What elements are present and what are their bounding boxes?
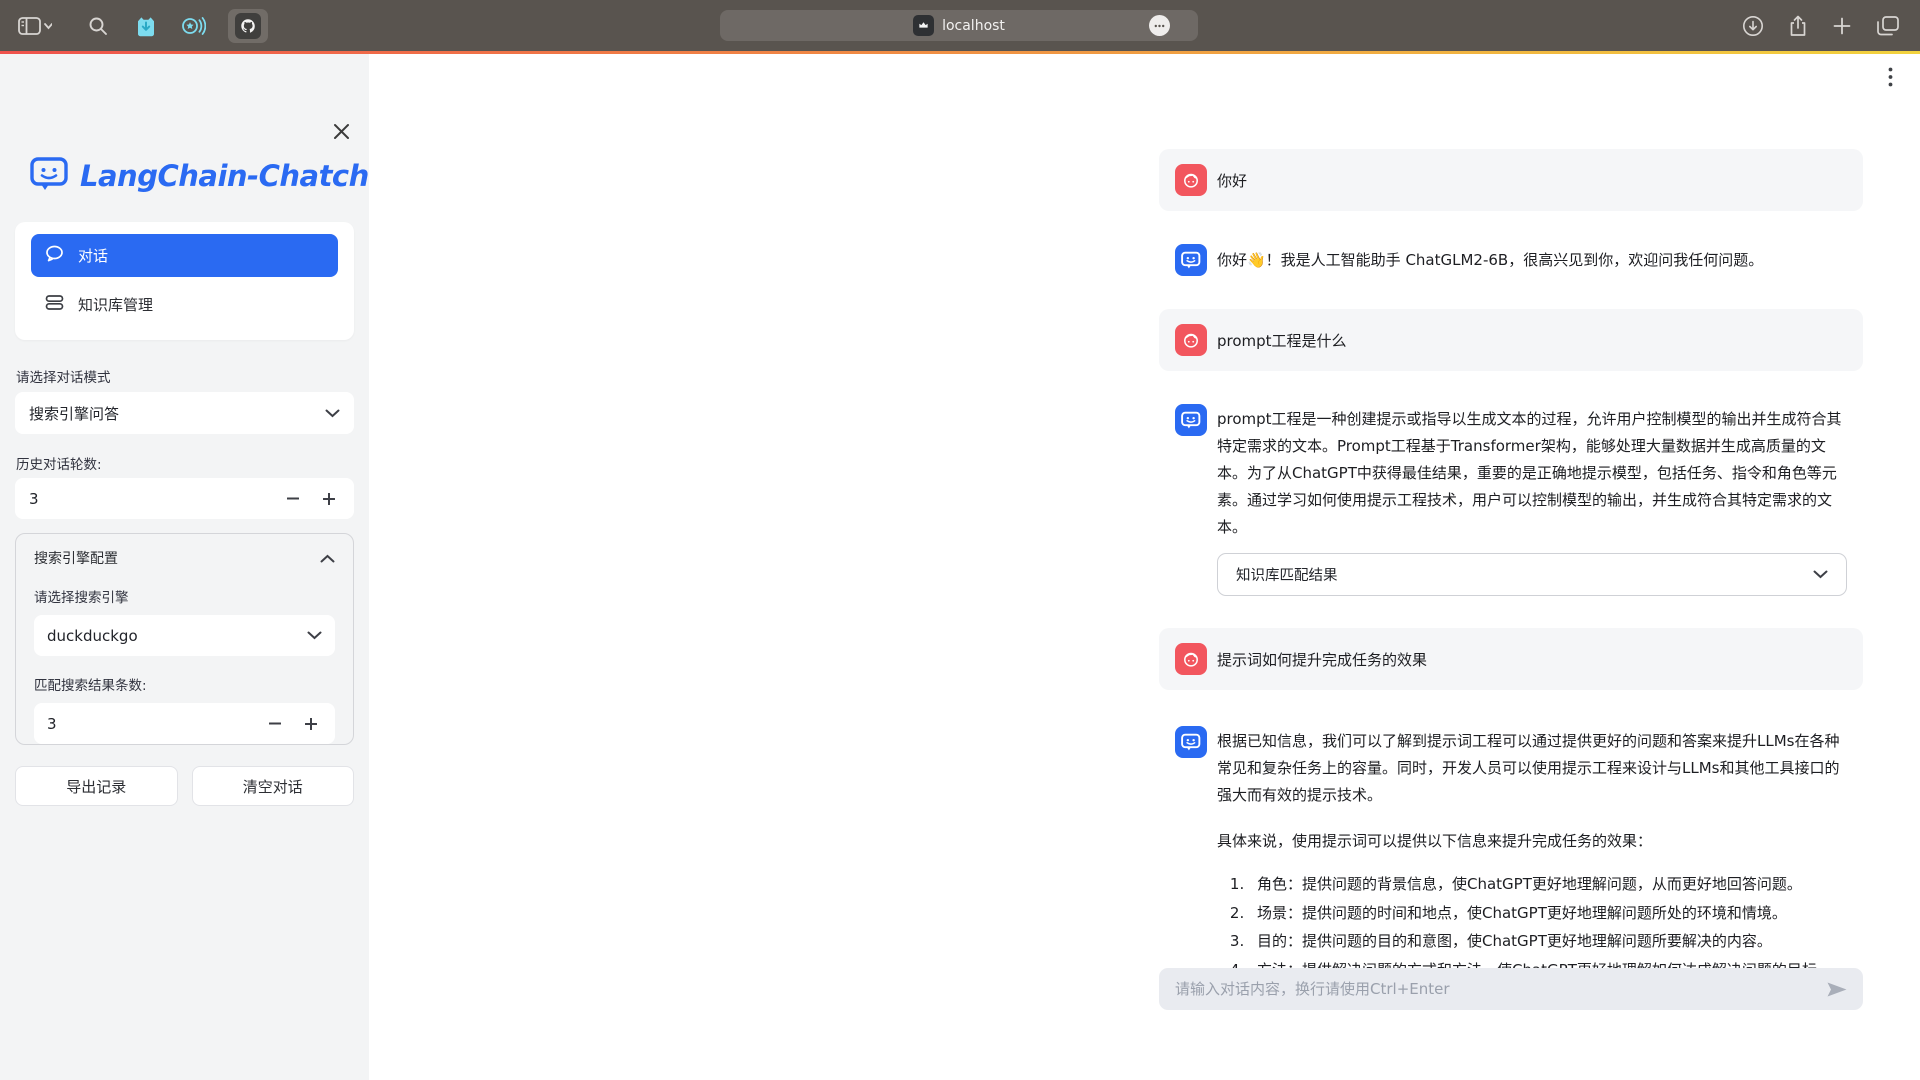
address-text: localhost <box>942 18 1005 34</box>
kb-match-results-expander[interactable]: 知识库匹配结果 <box>1217 553 1847 596</box>
chevron-up-icon <box>320 554 335 563</box>
expander-title: 搜索引擎配置 <box>34 548 118 568</box>
clear-dialogue-button[interactable]: 清空对话 <box>192 766 355 806</box>
match-results-label: 匹配搜索结果条数: <box>34 674 335 694</box>
bot-avatar-icon <box>1175 726 1207 758</box>
site-favicon-icon <box>913 15 934 36</box>
tabs-overview-icon[interactable] <box>1876 15 1900 37</box>
sidebar: LangChain-Chatchat 对话 <box>0 54 369 1080</box>
search-engine-config-expander: 搜索引擎配置 请选择搜索引擎 duckduckgo 匹配搜索结果条数: 3 <box>15 533 354 745</box>
kb-match-results-label: 知识库匹配结果 <box>1236 564 1338 585</box>
github-pinned-tab-icon[interactable] <box>228 9 268 43</box>
chat-message-user: 提示词如何提升完成任务的效果 <box>1159 628 1863 690</box>
chat-input[interactable] <box>1175 980 1817 998</box>
search-engine-label: 请选择搜索引擎 <box>34 586 335 606</box>
sidebar-item-label: 知识库管理 <box>78 294 153 315</box>
message-text: prompt工程是什么 <box>1217 330 1347 351</box>
sidebar-item-label: 对话 <box>78 245 108 266</box>
browser-toolbar: localhost <box>0 0 1920 51</box>
logo-chat-smiley-icon <box>29 154 71 198</box>
export-records-button[interactable]: 导出记录 <box>15 766 178 806</box>
rings-star-pinned-tab-icon[interactable] <box>180 14 206 38</box>
list-item: 目的：提供问题的目的和意图，使ChatGPT更好地理解问题所要解决的内容。 <box>1249 928 1847 955</box>
search-icon[interactable] <box>88 16 108 36</box>
dialog-mode-label: 请选择对话模式 <box>16 366 111 386</box>
chat-message-user: prompt工程是什么 <box>1159 309 1863 371</box>
message-text: 提示词如何提升完成任务的效果 <box>1217 649 1427 670</box>
search-engine-select[interactable]: duckduckgo <box>34 615 335 656</box>
chat-main: 你好 你好👋！我是人工智能助手 ChatGLM2-6B，很高兴见到你，欢迎问我任… <box>369 54 1920 1080</box>
chevron-down-icon <box>1813 570 1828 579</box>
minus-icon[interactable] <box>264 713 286 735</box>
bot-avatar-icon <box>1175 404 1207 436</box>
close-sidebar-icon[interactable] <box>327 117 355 145</box>
chevron-down-icon <box>307 631 322 640</box>
sidebar-item-knowledge-base[interactable]: 知识库管理 <box>31 283 338 326</box>
user-avatar-icon <box>1175 164 1207 196</box>
list-item: 场景：提供问题的时间和地点，使ChatGPT更好地理解问题所处的环境和情境。 <box>1249 900 1847 927</box>
page-options-ellipsis-icon[interactable] <box>1149 15 1170 36</box>
chat-message-user: 你好 <box>1159 149 1863 211</box>
message-paragraph: 具体来说，使用提示词可以提供以下信息来提升完成任务的效果： <box>1217 828 1847 855</box>
chat-input-bar <box>1159 968 1863 1010</box>
user-avatar-icon <box>1175 324 1207 356</box>
kebab-menu-icon[interactable] <box>1878 62 1902 92</box>
plus-icon[interactable] <box>318 488 340 510</box>
chat-bubble-icon <box>45 245 64 266</box>
plus-icon[interactable] <box>300 713 322 735</box>
share-icon[interactable] <box>1788 14 1808 38</box>
dialog-mode-value: 搜索引擎问答 <box>29 403 119 424</box>
dialog-mode-select[interactable]: 搜索引擎问答 <box>15 392 354 434</box>
match-results-value: 3 <box>47 715 57 733</box>
address-bar[interactable]: localhost <box>720 10 1198 41</box>
app-logo: LangChain-Chatchat <box>29 154 401 198</box>
tips-list: 角色：提供问题的背景信息，使ChatGPT更好地理解问题，从而更好地回答问题。 … <box>1217 871 1847 984</box>
browser-window: localhost <box>0 0 1920 1080</box>
message-text: prompt工程是一种创建提示或指导以生成文本的过程，允许用户控制模型的输出并生… <box>1217 406 1847 541</box>
expander-header[interactable]: 搜索引擎配置 <box>34 548 335 568</box>
history-rounds-input[interactable]: 3 <box>15 478 354 519</box>
nav-menu: 对话 知识库管理 <box>15 222 354 340</box>
new-tab-plus-icon[interactable] <box>1832 16 1852 36</box>
chevron-down-icon <box>325 409 340 418</box>
user-avatar-icon <box>1175 643 1207 675</box>
history-rounds-value: 3 <box>29 490 39 508</box>
app-title: LangChain-Chatchat <box>80 159 401 193</box>
cat-bookmark-pinned-tab-icon[interactable] <box>134 14 158 38</box>
list-item: 角色：提供问题的背景信息，使ChatGPT更好地理解问题，从而更好地回答问题。 <box>1249 871 1847 898</box>
chat-message-assistant: prompt工程是一种创建提示或指导以生成文本的过程，允许用户控制模型的输出并生… <box>1159 404 1863 596</box>
send-icon[interactable] <box>1827 982 1847 997</box>
minus-icon[interactable] <box>282 488 304 510</box>
chat-message-assistant: 你好👋！我是人工智能助手 ChatGLM2-6B，很高兴见到你，欢迎问我任何问题… <box>1159 244 1863 276</box>
github-logo-icon <box>235 13 261 39</box>
knowledge-base-icon <box>45 294 64 315</box>
bot-avatar-icon <box>1175 244 1207 276</box>
history-rounds-label: 历史对话轮数: <box>16 453 102 473</box>
sidebar-item-dialogue[interactable]: 对话 <box>31 234 338 277</box>
search-engine-value: duckduckgo <box>47 627 138 645</box>
sidebar-toggle-icon[interactable] <box>18 17 52 35</box>
download-icon[interactable] <box>1742 15 1764 37</box>
message-paragraph: 根据已知信息，我们可以了解到提示词工程可以通过提供更好的问题和答案来提升LLMs… <box>1217 728 1847 809</box>
match-results-input[interactable]: 3 <box>34 703 335 744</box>
chat-message-assistant: 根据已知信息，我们可以了解到提示词工程可以通过提供更好的问题和答案来提升LLMs… <box>1159 726 1863 985</box>
message-text: 你好👋！我是人工智能助手 ChatGLM2-6B，很高兴见到你，欢迎问我任何问题… <box>1217 247 1763 274</box>
message-text: 你好 <box>1217 170 1247 191</box>
